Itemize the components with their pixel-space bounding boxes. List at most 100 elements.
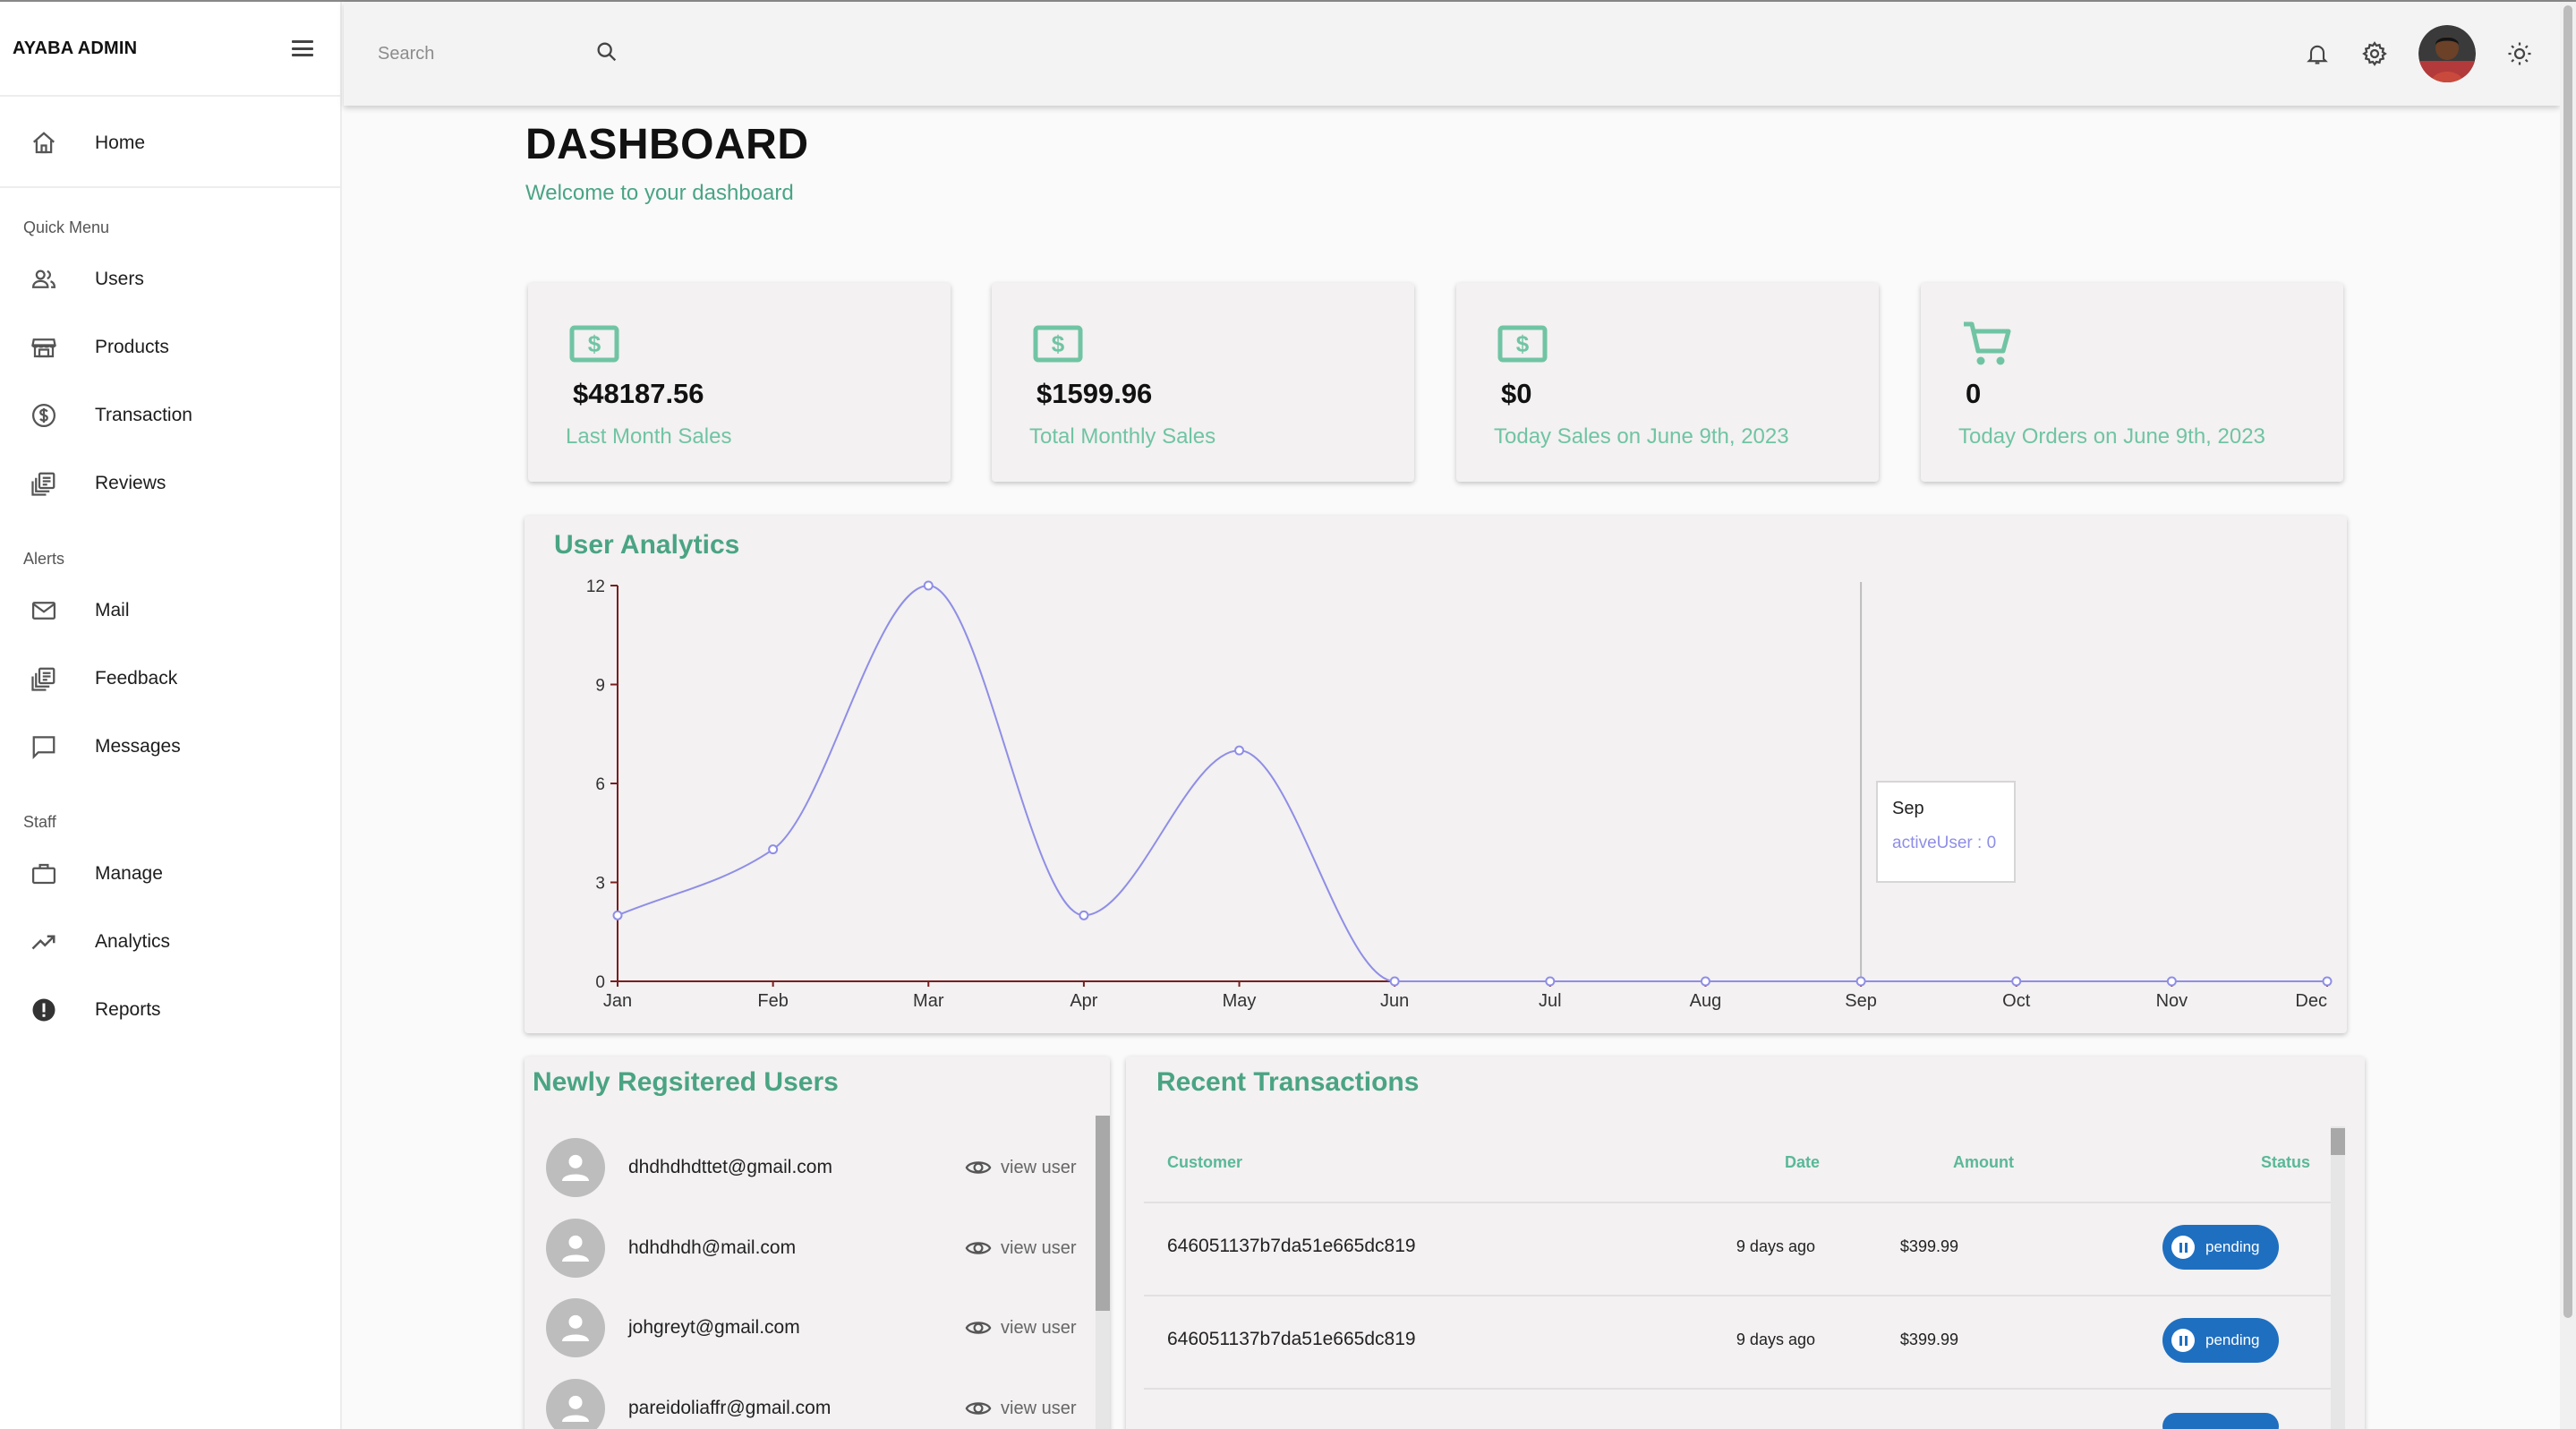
- section-title-alerts: Alerts: [23, 549, 65, 568]
- search-input[interactable]: [378, 43, 575, 64]
- stat-label: Last Month Sales: [566, 424, 732, 449]
- sidebar-label: Analytics: [95, 931, 171, 952]
- sidebar-label: Feedback: [95, 668, 178, 689]
- sidebar-item-mail[interactable]: Mail: [0, 577, 340, 645]
- stat-value: $48187.56: [573, 378, 704, 409]
- sidebar-label: Reports: [95, 999, 161, 1020]
- cart-icon: [1964, 321, 2011, 365]
- trending-up-icon: [30, 928, 57, 955]
- person-icon: [546, 1138, 605, 1197]
- page-scrollbar[interactable]: [2560, 2, 2576, 1429]
- view-user-button[interactable]: view user: [965, 1314, 1076, 1341]
- sidebar-item-reports[interactable]: Reports: [0, 976, 340, 1044]
- chart-tooltip: Sep activeUser : 0: [1876, 781, 2016, 883]
- settings-gear-icon[interactable]: [2361, 40, 2388, 67]
- stat-value: 0: [1966, 378, 1982, 409]
- light-mode-sun-icon[interactable]: [2506, 40, 2533, 67]
- person-icon: [546, 1379, 605, 1429]
- transaction-date: 9 days ago: [1736, 1237, 1815, 1255]
- users-icon: [30, 266, 57, 293]
- page-subtitle: Welcome to your dashboard: [525, 181, 794, 205]
- search-box: [378, 29, 628, 79]
- svg-text:$: $: [1516, 330, 1530, 357]
- sidebar-item-analytics[interactable]: Analytics: [0, 908, 340, 976]
- transactions-title: Recent Transactions: [1156, 1067, 1420, 1097]
- eye-icon: [965, 1322, 992, 1334]
- stat-card-today-orders: 0 Today Orders on June 9th, 2023: [1921, 283, 2343, 482]
- sidebar-item-messages[interactable]: Messages: [0, 713, 340, 781]
- view-user-button[interactable]: view user: [965, 1235, 1076, 1262]
- sidebar-item-manage[interactable]: Manage: [0, 840, 340, 908]
- user-email: dhdhdhdttet@gmail.com: [628, 1157, 832, 1177]
- view-user-button[interactable]: view user: [965, 1395, 1076, 1422]
- stat-label: Today Sales on June 9th, 2023: [1494, 424, 1789, 449]
- table-row: [1144, 1388, 2334, 1429]
- library-icon: [30, 470, 57, 497]
- customer-id: 646051137b7da51e665dc819: [1167, 1236, 1416, 1256]
- sidebar-label: Messages: [95, 736, 181, 757]
- view-user-label: view user: [1001, 1237, 1077, 1258]
- svg-text:$: $: [588, 330, 601, 357]
- store-icon: [30, 334, 57, 361]
- topbar: [344, 2, 2560, 106]
- user-email: johgreyt@gmail.com: [628, 1317, 800, 1338]
- sidebar-item-transaction[interactable]: Transaction: [0, 381, 340, 449]
- dollar-icon: $: [569, 325, 619, 363]
- user-avatar[interactable]: [2418, 25, 2476, 82]
- user-email: pareidoliaffr@gmail.com: [628, 1398, 832, 1418]
- column-header-date: Date: [1785, 1153, 1821, 1171]
- pause-icon: [2171, 1236, 2195, 1259]
- person-icon: [546, 1219, 605, 1278]
- transactions-scrollbar[interactable]: [2331, 1126, 2345, 1429]
- status-badge[interactable]: pending: [2162, 1225, 2279, 1270]
- home-icon: [30, 130, 57, 157]
- sidebar-label: Transaction: [95, 405, 192, 425]
- dollar-icon: $: [1497, 325, 1548, 363]
- sidebar-label: Users: [95, 269, 144, 289]
- section-title-staff: Staff: [23, 812, 56, 831]
- transaction-date: 9 days ago: [1736, 1331, 1815, 1348]
- list-item: hdhdhdh@mail.com view user: [546, 1212, 1083, 1284]
- list-item: pareidoliaffr@gmail.com view user: [546, 1373, 1083, 1429]
- sidebar-item-products[interactable]: Products: [0, 313, 340, 381]
- dollar-circle-icon: [30, 402, 57, 429]
- dollar-icon: $: [1033, 325, 1083, 363]
- stat-card-today-sales: $ $0 Today Sales on June 9th, 2023: [1456, 283, 1879, 482]
- notifications-bell-icon[interactable]: [2304, 40, 2331, 67]
- sidebar-label: Manage: [95, 863, 163, 884]
- stat-value: $1599.96: [1036, 378, 1153, 409]
- view-user-button[interactable]: view user: [965, 1154, 1076, 1181]
- briefcase-icon: [30, 860, 57, 887]
- sidebar-label: Reviews: [95, 473, 166, 493]
- sidebar: AYABA ADMIN Home Quick Menu Users Produc…: [0, 2, 342, 1429]
- new-users-scrollbar[interactable]: [1096, 1116, 1110, 1429]
- sidebar-item-home[interactable]: Home: [0, 109, 340, 177]
- list-item: johgreyt@gmail.com view user: [546, 1292, 1083, 1364]
- user-analytics-title: User Analytics: [554, 530, 740, 560]
- status-label: pending: [2205, 1331, 2260, 1348]
- transaction-amount: $399.99: [1899, 1331, 1958, 1348]
- stat-value: $0: [1501, 378, 1532, 409]
- sidebar-label: Mail: [95, 600, 130, 620]
- sidebar-item-users[interactable]: Users: [0, 245, 340, 313]
- status-badge[interactable]: pending: [2162, 1318, 2279, 1363]
- stat-label: Total Monthly Sales: [1029, 424, 1216, 449]
- transaction-amount: $399.99: [1899, 1237, 1958, 1255]
- sidebar-item-reviews[interactable]: Reviews: [0, 449, 340, 518]
- table-row: 646051137b7da51e665dc819 9 days ago $399…: [1144, 1295, 2334, 1388]
- eye-icon: [965, 1161, 992, 1174]
- column-header-customer: Customer: [1167, 1153, 1243, 1171]
- mail-icon: [30, 597, 57, 624]
- user-email: hdhdhdh@mail.com: [628, 1237, 797, 1258]
- pause-icon: [2171, 1329, 2195, 1352]
- section-title-quick-menu: Quick Menu: [23, 218, 110, 236]
- brand-title: AYABA ADMIN: [13, 38, 138, 58]
- menu-toggle-icon[interactable]: [292, 40, 313, 56]
- search-icon[interactable]: [594, 39, 619, 69]
- sidebar-label: Products: [95, 337, 169, 357]
- error-icon: [30, 997, 57, 1023]
- sidebar-item-feedback[interactable]: Feedback: [0, 645, 340, 713]
- tooltip-month: Sep: [1892, 799, 1924, 818]
- status-badge[interactable]: [2162, 1413, 2279, 1429]
- eye-icon: [965, 1402, 992, 1415]
